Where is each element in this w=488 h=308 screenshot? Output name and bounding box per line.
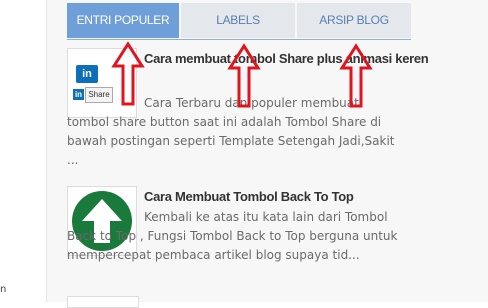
popular-posts-widget: ENTRI POPULER LABELS ARSIP BLOG in in Sh… bbox=[47, 0, 488, 308]
cropped-text-fragment: n bbox=[0, 284, 7, 295]
linkedin-logo: in bbox=[76, 65, 98, 83]
tab-labels[interactable]: LABELS bbox=[181, 3, 295, 38]
post-excerpt: Kembali ke atas itu kata lain dari Tombo… bbox=[67, 210, 398, 262]
tab-arsip-blog[interactable]: ARSIP BLOG bbox=[297, 3, 411, 38]
widget-tabs: ENTRI POPULER LABELS ARSIP BLOG bbox=[67, 3, 411, 40]
post-title[interactable]: Cara membuat tombol Share plus animasi k… bbox=[144, 48, 464, 70]
post-title[interactable]: Cara Membuat Tombol Back To Top bbox=[144, 186, 464, 208]
next-post-thumbnail bbox=[67, 296, 139, 308]
tab-entri-populer[interactable]: ENTRI POPULER bbox=[67, 3, 179, 38]
left-sidebar-strip bbox=[0, 0, 47, 302]
post-excerpt: Cara Terbaru dan populer membuat tombol … bbox=[67, 96, 395, 167]
